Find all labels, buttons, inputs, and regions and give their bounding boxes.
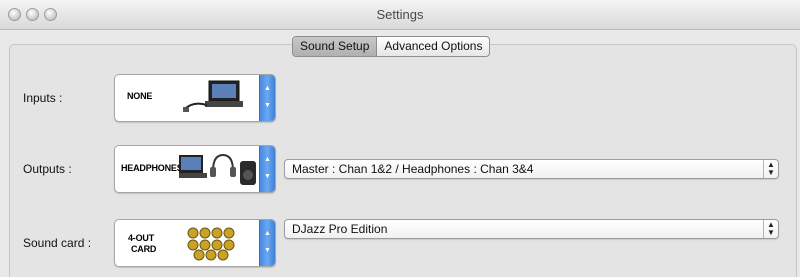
- outputs-stepper[interactable]: ▲ ▼: [259, 146, 275, 192]
- select-arrows-icon: ▲ ▼: [763, 220, 778, 238]
- soundcard-value: DJazz Pro Edition: [292, 222, 388, 236]
- tab-advanced-options[interactable]: Advanced Options: [377, 37, 489, 56]
- soundcard-text-line2: CARD: [131, 244, 157, 254]
- stepper-down-icon[interactable]: ▼: [264, 247, 271, 254]
- inputs-device-selector[interactable]: NONE ▲ ▼: [114, 74, 276, 122]
- soundcard-stepper[interactable]: ▲ ▼: [259, 220, 275, 266]
- rca-connectors-icon: [187, 227, 235, 261]
- stepper-up-icon[interactable]: ▲: [264, 230, 271, 237]
- inputs-device-text: NONE: [127, 91, 153, 101]
- stepper-down-icon[interactable]: ▼: [264, 102, 271, 109]
- outputs-device-selector[interactable]: HEADPHONES ▲ ▼: [114, 145, 276, 193]
- title-bar: Settings: [0, 0, 800, 30]
- outputs-label: Outputs :: [23, 162, 72, 176]
- soundcard-text-line1: 4-OUT: [128, 233, 155, 243]
- soundcard-select[interactable]: DJazz Pro Edition ▲ ▼: [284, 219, 779, 239]
- tab-sound-setup[interactable]: Sound Setup: [293, 37, 378, 56]
- stepper-down-icon[interactable]: ▼: [264, 173, 271, 180]
- outputs-routing-select[interactable]: Master : Chan 1&2 / Headphones : Chan 3&…: [284, 159, 779, 179]
- stepper-up-icon[interactable]: ▲: [264, 156, 271, 163]
- outputs-device-text: HEADPHONES: [121, 163, 183, 173]
- outputs-routing-value: Master : Chan 1&2 / Headphones : Chan 3&…: [292, 162, 534, 176]
- laptop-with-cable-icon: [183, 80, 243, 112]
- soundcard-label: Sound card :: [23, 236, 92, 250]
- window-title: Settings: [376, 7, 424, 22]
- inputs-label: Inputs :: [23, 91, 63, 105]
- inputs-stepper[interactable]: ▲ ▼: [259, 75, 275, 121]
- soundcard-device-selector[interactable]: 4-OUT CARD ▲ ▼: [114, 219, 276, 267]
- tab-bar: Sound Setup Advanced Options: [292, 36, 491, 57]
- select-arrows-icon: ▲ ▼: [763, 160, 778, 178]
- laptop-headphones-speaker-icon: [179, 153, 256, 185]
- stepper-up-icon[interactable]: ▲: [264, 85, 271, 92]
